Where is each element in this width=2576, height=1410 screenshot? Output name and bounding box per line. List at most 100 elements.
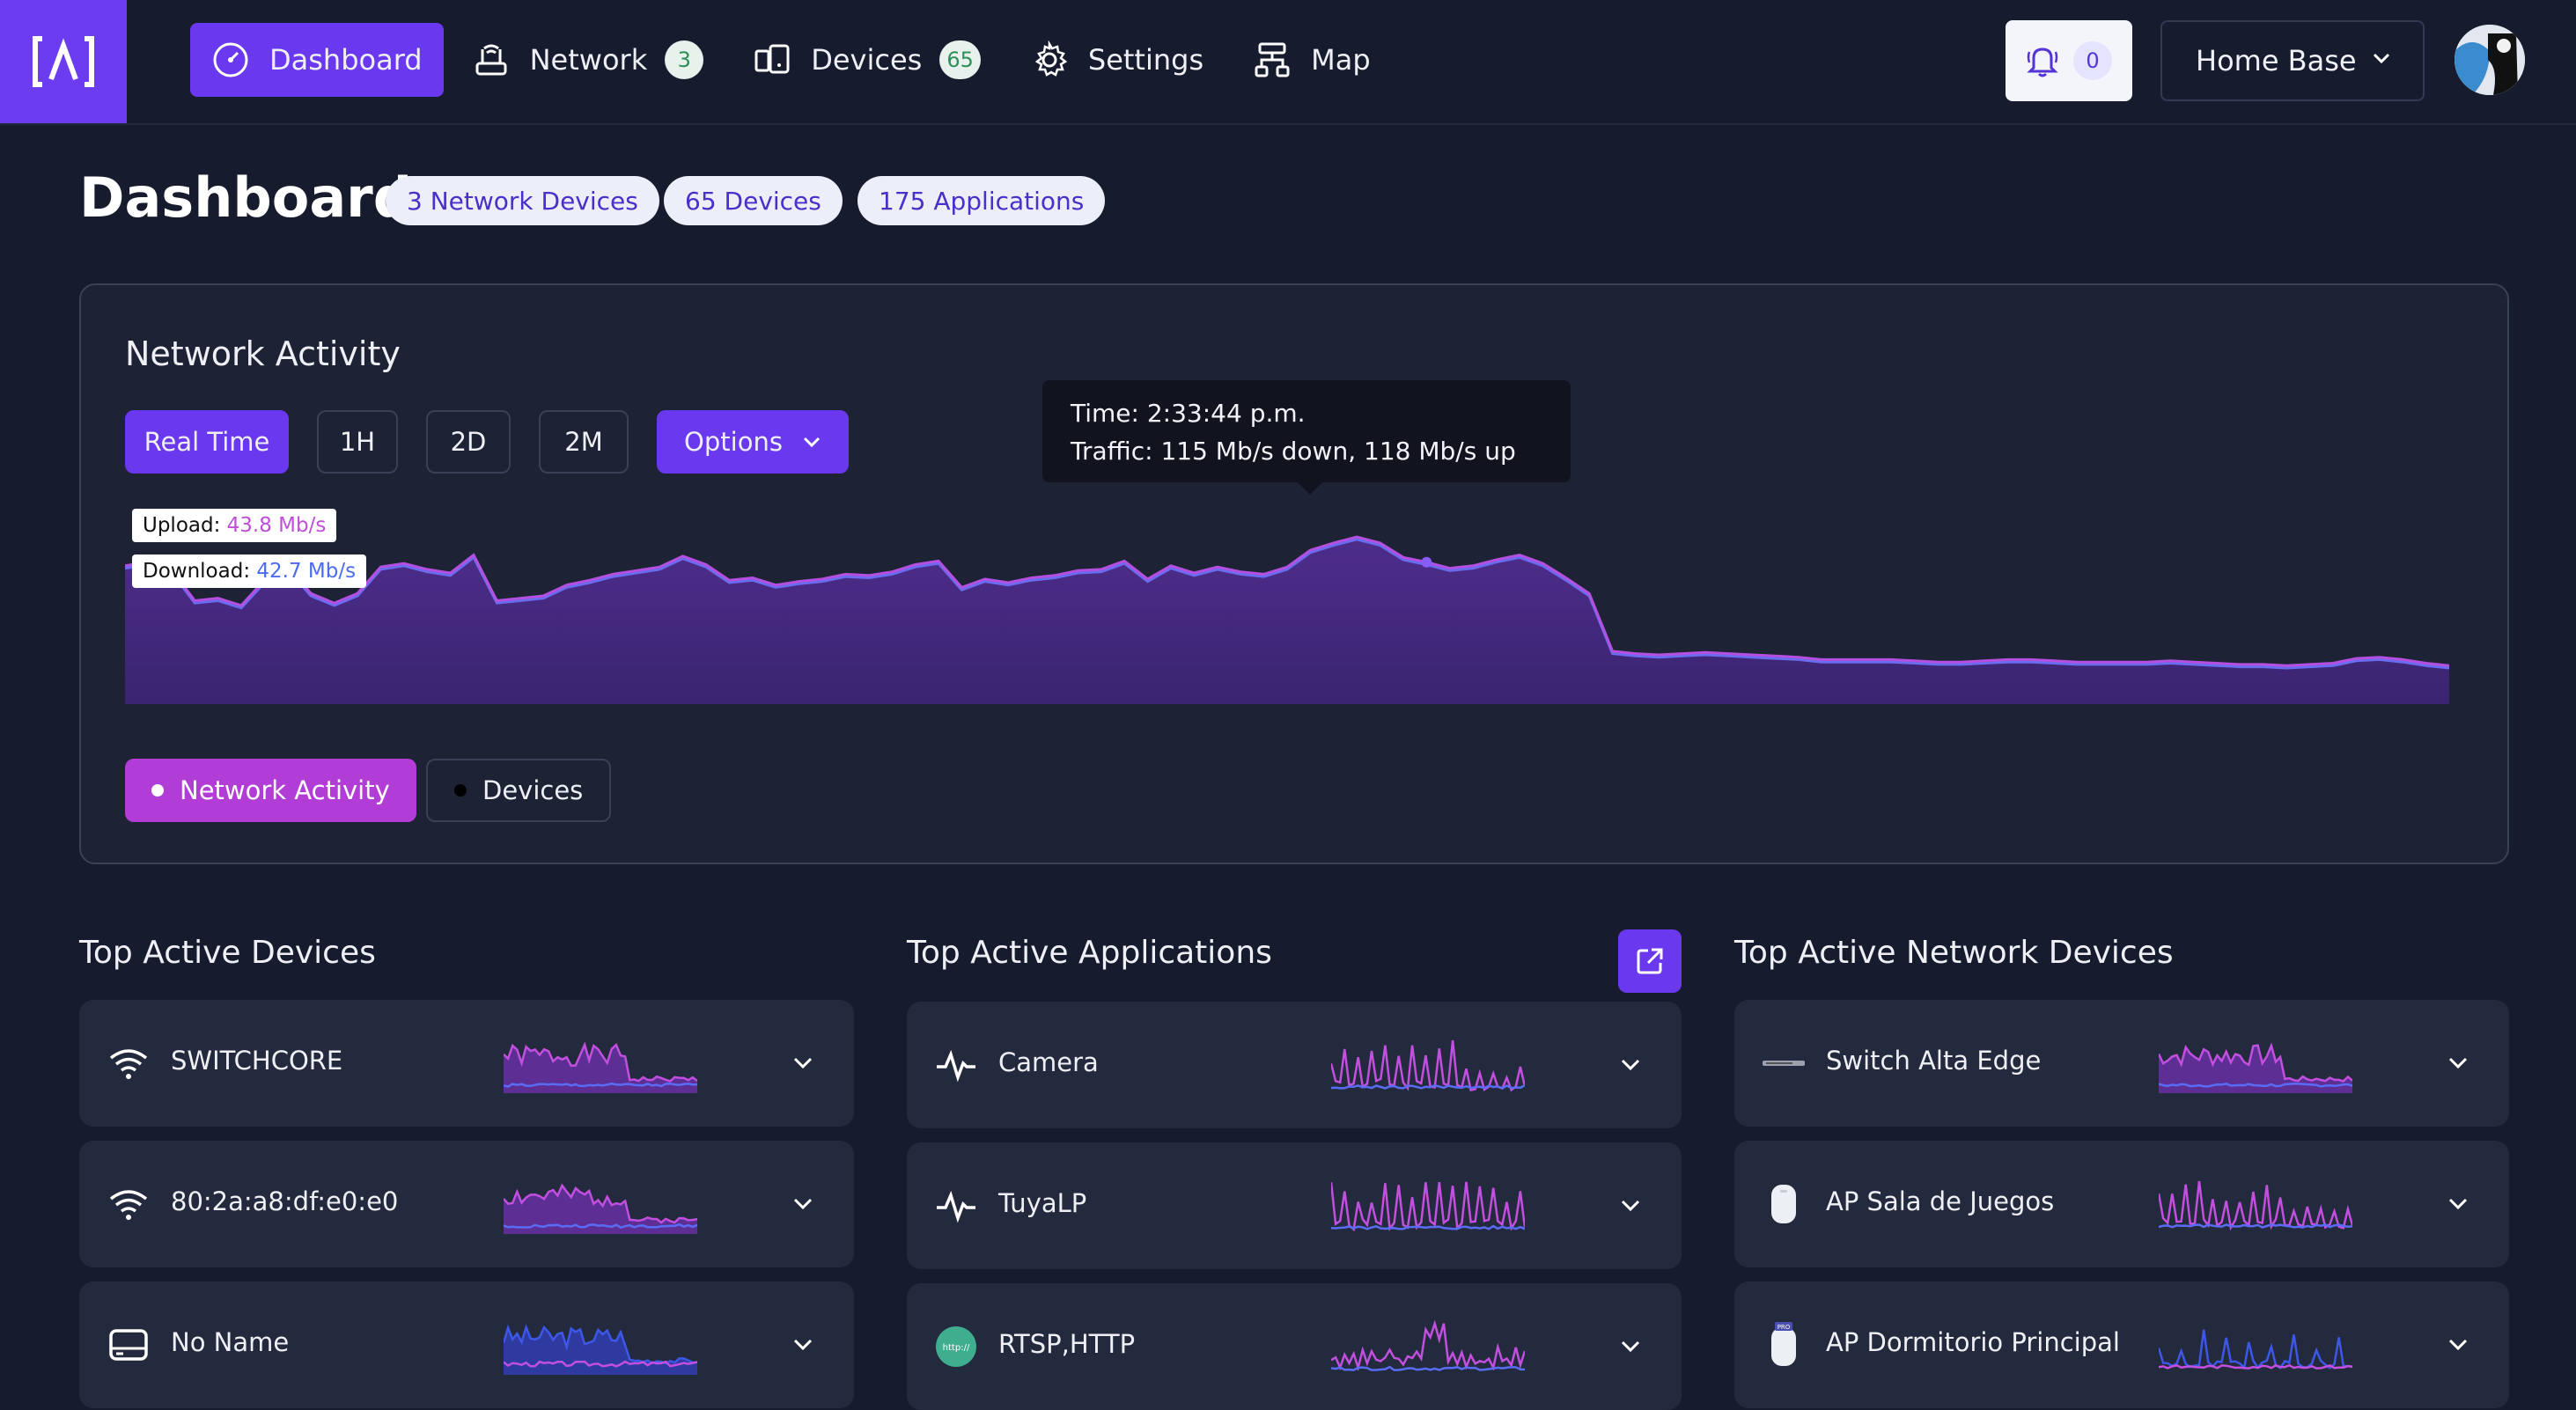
network-activity-card: Network Activity Real Time 1H 2D 2M Opti… — [79, 283, 2509, 864]
sparkline-secondary-line — [1331, 1365, 1525, 1371]
nav-network[interactable]: Network 3 — [451, 23, 725, 97]
chevron-down-icon[interactable] — [1618, 1193, 1643, 1218]
sparkline-line — [1331, 1039, 1525, 1092]
network-device-row[interactable]: PRO AP Dormitorio Principal — [1734, 1281, 2509, 1408]
toggle-network-activity-label: Network Activity — [180, 775, 390, 805]
external-link-icon — [1637, 948, 1663, 974]
network-activity-chart[interactable] — [125, 488, 2449, 725]
user-avatar[interactable] — [2455, 25, 2525, 95]
http-icon-text: http:// — [943, 1343, 970, 1353]
sparkline-line — [2159, 1329, 2352, 1370]
network-device-row[interactable]: Switch Alta Edge — [1734, 1000, 2509, 1127]
chevron-down-icon[interactable] — [1618, 1334, 1643, 1359]
dot-icon — [454, 784, 467, 797]
nav-dashboard-label: Dashboard — [269, 43, 423, 77]
nav-settings-label: Settings — [1087, 43, 1204, 77]
nav-devices[interactable]: Devices 65 — [732, 23, 1002, 97]
nav-dashboard[interactable]: Dashboard — [190, 23, 444, 97]
sparkline-area — [504, 1326, 697, 1375]
pro-badge-text: PRO — [1777, 1324, 1791, 1331]
application-traffic-sparkline — [1331, 1181, 1525, 1232]
range-realtime-button[interactable]: Real Time — [125, 410, 289, 474]
chevron-down-icon[interactable] — [2446, 1333, 2470, 1357]
sparkline-line — [2159, 1180, 2352, 1231]
access-point-pro-icon: PRO — [1761, 1322, 1807, 1368]
chevron-down-icon[interactable] — [791, 1051, 815, 1076]
sparkline-secondary-line — [1331, 1083, 1525, 1090]
device-row[interactable]: No Name — [79, 1281, 854, 1408]
wifi-icon — [106, 1181, 151, 1227]
device-row[interactable]: SWITCHCORE — [79, 1000, 854, 1127]
top-network-devices-title: Top Active Network Devices — [1734, 935, 2174, 971]
network-device-traffic-sparkline — [2159, 1329, 2352, 1370]
device-traffic-sparkline — [504, 1183, 697, 1234]
devices-icon — [754, 44, 790, 74]
chevron-down-icon[interactable] — [2446, 1192, 2470, 1216]
range-1h-button[interactable]: 1H — [317, 410, 398, 474]
notifications-count: 0 — [2073, 41, 2112, 80]
page-title: Dashboard — [79, 165, 413, 230]
application-name: RTSP,HTTP — [998, 1329, 1136, 1359]
application-row[interactable]: http:// RTSP,HTTP — [907, 1283, 1682, 1410]
gear-icon — [1034, 40, 1068, 77]
pulse-icon — [933, 1183, 979, 1229]
network-device-row[interactable]: AP Sala de Juegos — [1734, 1141, 2509, 1267]
application-name: TuyaLP — [998, 1188, 1087, 1218]
nav-devices-label: Devices — [811, 43, 923, 77]
chevron-down-icon[interactable] — [1618, 1053, 1643, 1077]
devices-count-badge: 65 — [939, 40, 981, 79]
upload-legend: Upload: 43.8 Mb/s — [132, 509, 337, 542]
pulse-icon — [933, 1042, 979, 1088]
device-traffic-sparkline — [504, 1041, 697, 1093]
application-traffic-sparkline — [1331, 1319, 1525, 1372]
chevron-down-icon[interactable] — [791, 1192, 815, 1216]
application-row[interactable]: TuyaLP — [907, 1142, 1682, 1269]
bell-icon — [2027, 48, 2058, 77]
chevron-down-icon — [803, 437, 821, 448]
app-logo[interactable] — [0, 0, 127, 123]
network-devices-pill[interactable]: 3 Network Devices — [386, 176, 659, 225]
sparkline-secondary-line — [1331, 1224, 1525, 1230]
drive-icon — [106, 1322, 151, 1368]
upload-legend-label: Upload: — [143, 514, 221, 537]
device-traffic-sparkline — [504, 1324, 697, 1375]
network-activity-title: Network Activity — [125, 334, 401, 373]
options-dropdown[interactable]: Options — [657, 410, 849, 474]
toggle-devices-label: Devices — [482, 775, 584, 805]
avatar-image — [2455, 25, 2525, 95]
network-device-traffic-sparkline — [2159, 1180, 2352, 1231]
dot-icon — [151, 784, 164, 797]
device-row[interactable]: 80:2a:a8:df:e0:e0 — [79, 1141, 854, 1267]
devices-pill[interactable]: 65 Devices — [664, 176, 843, 225]
chevron-down-icon[interactable] — [791, 1333, 815, 1357]
logo-icon — [33, 36, 94, 87]
upload-legend-value: 43.8 Mb/s — [226, 514, 327, 537]
notifications-button[interactable]: 0 — [2006, 20, 2132, 101]
site-selector-value: Home Base — [2196, 44, 2357, 77]
nav-settings[interactable]: Settings — [1009, 23, 1225, 97]
traffic-area-fill — [125, 537, 2449, 704]
open-applications-button[interactable] — [1618, 929, 1682, 993]
router-icon — [475, 44, 507, 76]
sparkline-line — [1331, 1319, 1525, 1372]
topology-icon — [1255, 42, 1290, 77]
network-device-traffic-sparkline — [2159, 1042, 2352, 1093]
range-2d-button[interactable]: 2D — [426, 410, 511, 474]
main-nav: Dashboard Network 3 Devices 65 Settings … — [190, 23, 1399, 97]
toggle-network-activity[interactable]: Network Activity — [125, 759, 416, 822]
download-legend-label: Download: — [143, 560, 251, 583]
chevron-down-icon — [2373, 53, 2390, 64]
range-2m-button[interactable]: 2M — [539, 410, 629, 474]
switch-device-icon — [1761, 1040, 1807, 1086]
applications-pill[interactable]: 175 Applications — [857, 176, 1106, 225]
device-name: SWITCHCORE — [171, 1046, 343, 1076]
site-selector[interactable]: Home Base — [2160, 20, 2425, 101]
top-applications-title: Top Active Applications — [907, 935, 1272, 971]
sparkline-secondary-line — [2159, 1223, 2352, 1229]
nav-map[interactable]: Map — [1232, 23, 1392, 97]
device-name: 80:2a:a8:df:e0:e0 — [171, 1186, 399, 1216]
wifi-icon — [106, 1040, 151, 1086]
application-row[interactable]: Camera — [907, 1002, 1682, 1128]
chevron-down-icon[interactable] — [2446, 1051, 2470, 1076]
toggle-devices[interactable]: Devices — [426, 759, 612, 822]
